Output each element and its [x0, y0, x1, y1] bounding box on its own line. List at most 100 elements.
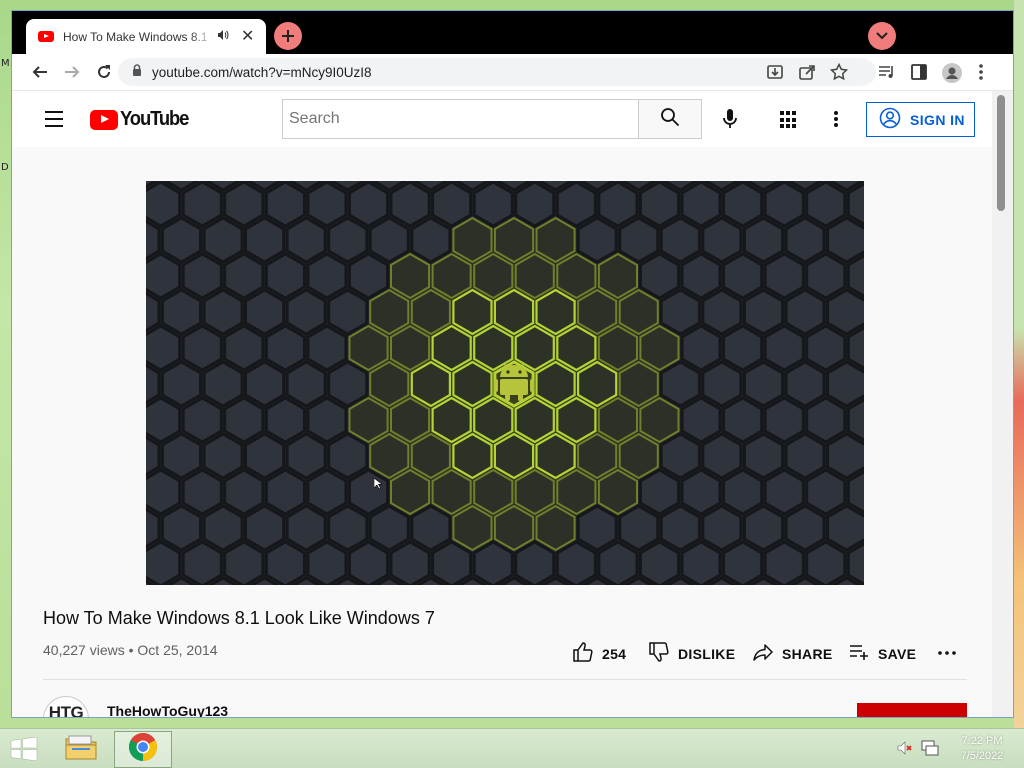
hexagon-cell: [535, 432, 576, 480]
hexagon-cell: [223, 468, 265, 516]
sign-in-button[interactable]: SIGN IN: [866, 102, 975, 137]
hexagon-cell: [389, 181, 431, 228]
thumbs-down-icon: [648, 641, 670, 666]
hexagon-cell: [368, 216, 410, 264]
hexagon-cell: [348, 540, 390, 585]
profile-avatar-icon[interactable]: [942, 63, 962, 88]
bookmark-star-icon[interactable]: [829, 62, 849, 86]
guide-menu-icon[interactable]: [45, 111, 63, 127]
more-actions-icon[interactable]: [938, 651, 956, 655]
hexagon-cell: [577, 432, 618, 480]
hexagon-cell: [452, 432, 493, 480]
tab-close-icon[interactable]: ✕: [241, 28, 254, 45]
hexagon-cell: [181, 468, 223, 516]
tab-search-chevron-icon[interactable]: [868, 22, 896, 50]
channel-avatar[interactable]: HTG: [43, 696, 89, 717]
tab-audio-playing-icon[interactable]: [217, 29, 229, 44]
like-button[interactable]: 254: [572, 641, 626, 666]
hexagon-cell: [742, 432, 784, 480]
install-app-icon[interactable]: [766, 63, 784, 86]
hexagon-cell: [576, 216, 618, 264]
youtube-play-logo-icon: [90, 109, 118, 130]
media-controls-icon[interactable]: [878, 63, 896, 86]
browser-menu-icon[interactable]: [978, 63, 984, 86]
settings-more-icon[interactable]: [834, 111, 838, 127]
hexagon-cell: [639, 324, 680, 372]
hexagon-cell: [431, 396, 472, 444]
hexagon-cell: [659, 432, 701, 480]
hexagon-cell: [181, 324, 223, 372]
network-icon[interactable]: [921, 740, 939, 761]
hexagon-cell: [223, 540, 265, 585]
hexagon-cell: [181, 252, 223, 300]
hexagon-cell: [784, 360, 826, 408]
lock-icon[interactable]: [132, 63, 142, 81]
back-arrow-icon[interactable]: [30, 62, 50, 82]
dislike-button[interactable]: DISLIKE: [648, 641, 735, 666]
hexagon-cell: [701, 360, 743, 408]
hexagon-cell: [826, 504, 864, 552]
share-page-icon[interactable]: [798, 63, 816, 86]
hexagon-cell: [659, 360, 701, 408]
hexagon-cell: [202, 216, 244, 264]
hexagon-cell: [431, 181, 473, 228]
hexagon-cell: [556, 324, 597, 372]
youtube-page: YouTube SIGN IN: [12, 91, 992, 717]
taskbar-file-explorer[interactable]: [52, 731, 110, 768]
browser-tab-active[interactable]: How To Make Windows 8.1 Look Like Window…: [26, 19, 266, 54]
save-button[interactable]: SAVE: [848, 641, 916, 666]
hexagon-cell: [784, 432, 826, 480]
video-player[interactable]: [146, 181, 864, 585]
page-scrollbar[interactable]: [992, 91, 1013, 717]
hexagon-cell: [535, 216, 576, 264]
address-bar[interactable]: youtube.com/watch?v=mNcy9I0UzI8: [118, 58, 876, 86]
hexagon-cell: [368, 504, 410, 552]
hexagon-cell: [597, 540, 639, 585]
hexagon-cell: [722, 181, 764, 228]
start-windows-logo-icon[interactable]: [10, 736, 38, 766]
sign-in-label: SIGN IN: [910, 111, 965, 128]
hexagon-cell: [473, 396, 514, 444]
hexagon-cell: [826, 288, 864, 336]
meta-separator: •: [128, 642, 134, 658]
search-input[interactable]: [282, 99, 639, 139]
hexagon-cell: [327, 360, 369, 408]
search-button[interactable]: [638, 99, 702, 139]
hexagon-cell: [431, 468, 472, 516]
new-tab-button[interactable]: [274, 22, 302, 50]
hexagon-cell: [514, 324, 555, 372]
hexagon-cell: [659, 504, 701, 552]
taskbar-chrome[interactable]: [114, 731, 172, 768]
hexagon-cell: [680, 468, 722, 516]
hexagon-cell: [431, 324, 472, 372]
hexagon-cell: [597, 252, 638, 300]
hexagon-cell: [680, 181, 722, 228]
hexagon-cell: [638, 252, 680, 300]
channel-name-link[interactable]: TheHowToGuy123: [107, 703, 228, 717]
youtube-logo[interactable]: YouTube: [90, 108, 194, 131]
hexagon-cell: [680, 540, 722, 585]
reload-icon[interactable]: [94, 62, 114, 82]
scrollbar-thumb[interactable]: [997, 95, 1005, 211]
hexagon-cell: [784, 288, 826, 336]
hexagon-cell: [306, 540, 348, 585]
hexagon-cell: [722, 324, 764, 372]
voice-search-mic-icon[interactable]: [718, 107, 742, 136]
hexagon-cell: [244, 216, 286, 264]
hexagon-cell: [577, 360, 618, 408]
side-panel-icon[interactable]: [910, 63, 928, 86]
hexagon-cell: [618, 360, 659, 408]
share-button[interactable]: SHARE: [752, 641, 833, 666]
hexagon-cell: [202, 288, 244, 336]
volume-muted-icon[interactable]: [897, 741, 913, 760]
hexagon-cell: [369, 288, 410, 336]
hexagon-cell: [805, 468, 847, 516]
hexagon-cell: [306, 468, 348, 516]
hexagon-cell: [597, 324, 638, 372]
hexagon-cell: [493, 216, 535, 264]
hexagon-cell: [472, 181, 514, 228]
forward-arrow-icon[interactable]: [62, 62, 82, 82]
taskbar-clock[interactable]: 7:22 PM 7/5/2022: [950, 734, 1014, 764]
subscribe-button[interactable]: SUBSCRIBE: [857, 703, 967, 717]
youtube-apps-grid-icon[interactable]: [780, 111, 798, 129]
